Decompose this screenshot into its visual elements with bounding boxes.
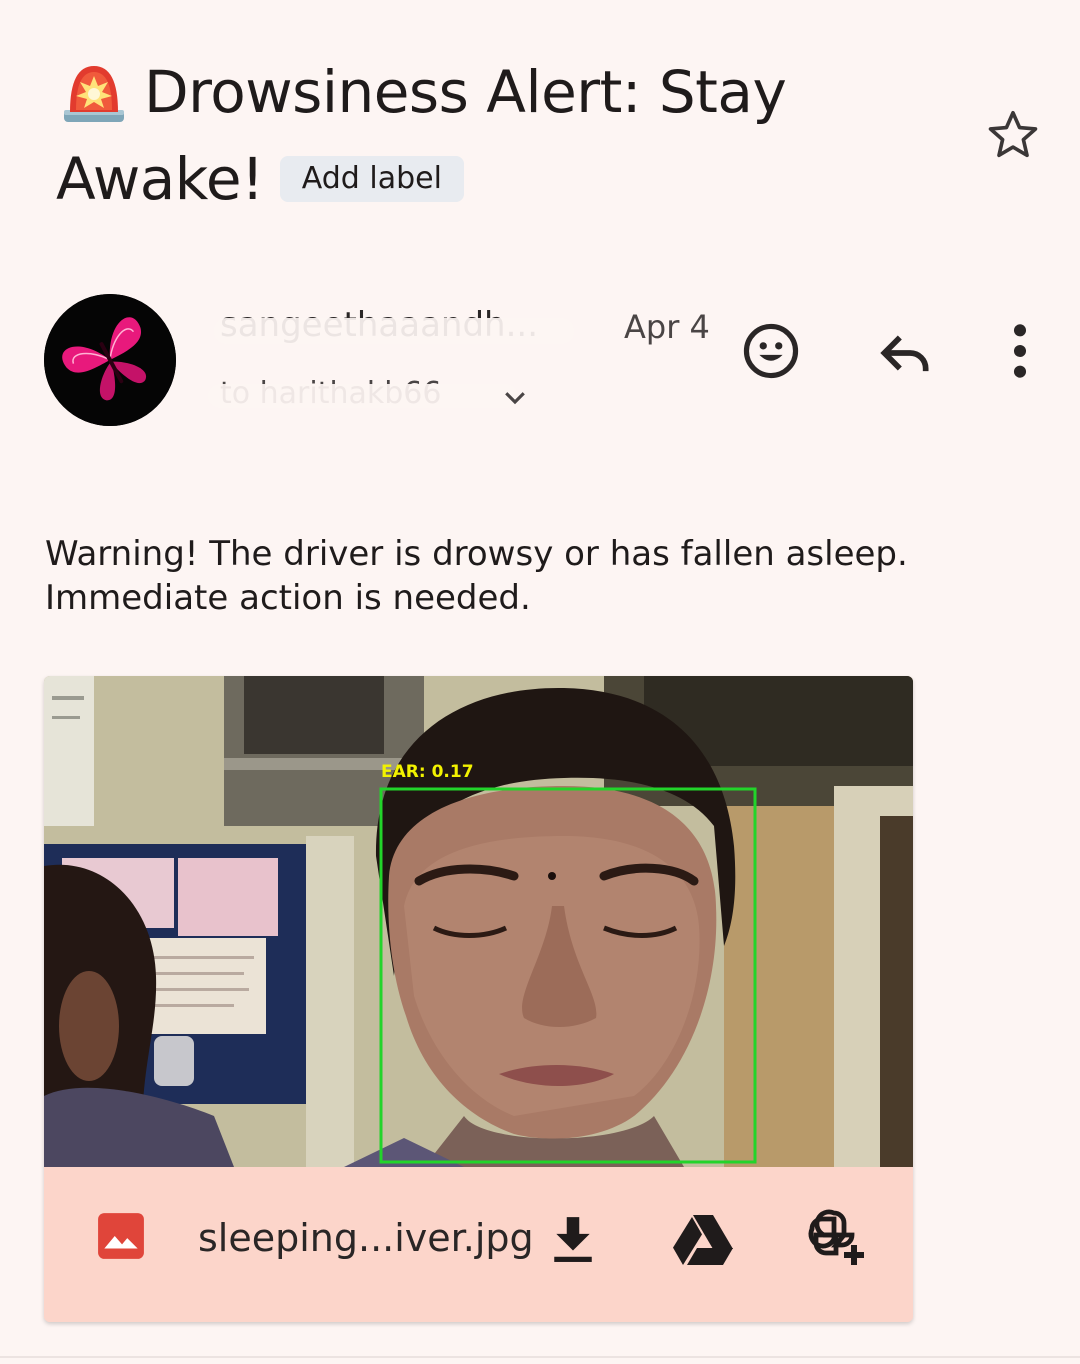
subject-line-2: Awake! Add label [56, 142, 464, 216]
attachment-image-preview[interactable]: EAR: 0.17 [44, 676, 913, 1167]
attachment-card[interactable]: EAR: 0.17 sleeping...iver.jpg [44, 676, 913, 1322]
subject-text-continued: Awake! [56, 145, 264, 213]
ear-overlay-label: EAR: 0.17 [381, 762, 474, 782]
download-icon[interactable] [548, 1211, 598, 1265]
attachment-actions-bar: sleeping...iver.jpg [44, 1167, 913, 1322]
butterfly-avatar-icon [44, 294, 176, 426]
sender-avatar[interactable] [44, 294, 176, 426]
attachment-filename[interactable]: sleeping...iver.jpg [198, 1213, 534, 1263]
add-label-button[interactable]: Add label [279, 156, 464, 202]
siren-emoji-icon [64, 66, 124, 122]
add-to-photos-icon[interactable] [804, 1205, 868, 1269]
redaction-mark [214, 318, 574, 344]
reply-icon[interactable] [874, 322, 936, 384]
image-file-icon [98, 1213, 144, 1259]
bottom-divider [0, 1356, 1080, 1358]
more-vertical-icon[interactable] [1000, 320, 1040, 382]
subject-line-1: Drowsiness Alert: Stay [58, 56, 787, 128]
add-reaction-icon[interactable] [740, 320, 802, 382]
redaction-mark [208, 384, 518, 408]
google-drive-icon[interactable] [672, 1213, 734, 1265]
subject-text: Drowsiness Alert: Stay [144, 58, 787, 126]
email-body: Warning! The driver is drowsy or has fal… [45, 534, 908, 618]
email-date: Apr 4 [624, 308, 710, 346]
chevron-down-icon[interactable] [500, 382, 530, 412]
star-outline-icon[interactable] [984, 106, 1042, 164]
